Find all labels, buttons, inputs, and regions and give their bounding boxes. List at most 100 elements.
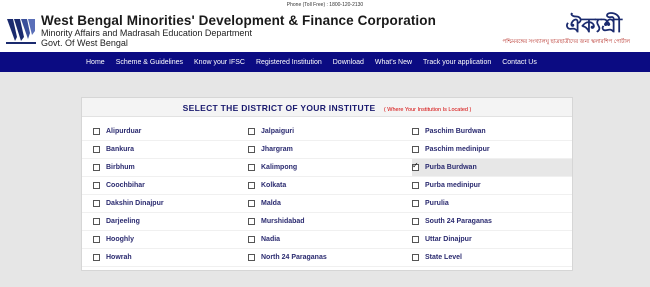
district-selection-note: ( Where Your Institution Is Located ) xyxy=(383,107,472,113)
district-option-coochbihar[interactable]: Coochbihar xyxy=(82,177,239,194)
district-label: Jhargram xyxy=(261,146,293,153)
district-label: Purulia xyxy=(425,200,449,207)
checkbox-icon[interactable] xyxy=(412,200,419,207)
checkbox-icon[interactable] xyxy=(93,200,100,207)
district-row: Hooghly Nadia Uttar Dinajpur xyxy=(82,231,572,249)
district-option-kolkata[interactable]: Kolkata xyxy=(239,177,412,194)
district-label: South 24 Paraganas xyxy=(425,218,492,225)
checkbox-icon[interactable] xyxy=(412,128,419,135)
district-label: Nadia xyxy=(261,236,281,243)
district-row: Howrah North 24 Paraganas State Level xyxy=(82,249,572,267)
site-header: Phone (Toll Free) : 1800-120-2130 West B… xyxy=(0,0,650,52)
district-option-hooghly[interactable]: Hooghly xyxy=(82,231,239,248)
district-option-bankura[interactable]: Bankura xyxy=(82,141,239,158)
wbmdfc-logo-icon[interactable] xyxy=(6,15,36,45)
district-label: Paschim Burdwan xyxy=(425,128,486,135)
district-label: Dakshin Dinajpur xyxy=(106,200,164,207)
district-label: State Level xyxy=(425,254,462,261)
organization-title: West Bengal Minorities' Development & Fi… xyxy=(41,13,436,28)
nav-item-know-your-ifsc[interactable]: Know your IFSC xyxy=(194,59,245,66)
district-option-purba-burdwan[interactable]: Purba Burdwan xyxy=(412,159,572,176)
district-label: Hooghly xyxy=(106,236,134,243)
checkbox-icon[interactable] xyxy=(93,254,100,261)
district-row: Bankura Jhargram Paschim medinipur xyxy=(82,141,572,159)
checkbox-icon[interactable] xyxy=(248,128,255,135)
district-label: Darjeeling xyxy=(106,218,140,225)
district-label: Bankura xyxy=(106,146,135,153)
checked-checkbox-icon[interactable] xyxy=(412,161,419,171)
district-label: Murshidabad xyxy=(261,218,305,225)
checkbox-icon[interactable] xyxy=(93,218,100,225)
checkbox-icon[interactable] xyxy=(412,254,419,261)
nav-item-track-application[interactable]: Track your application xyxy=(423,59,491,66)
government-name: Govt. Of West Bengal xyxy=(41,38,128,48)
district-option-jalpaiguri[interactable]: Jalpaiguri xyxy=(239,123,412,140)
district-selection-title: SELECT THE DISTRICT OF YOUR INSTITUTE xyxy=(182,103,376,113)
checkbox-icon[interactable] xyxy=(93,182,100,189)
checkbox-icon[interactable] xyxy=(248,218,255,225)
checkbox-icon[interactable] xyxy=(248,146,255,153)
district-label: Malda xyxy=(261,200,281,207)
district-label: Uttar Dinajpur xyxy=(425,236,472,243)
district-option-alipurduar[interactable]: Alipurduar xyxy=(82,123,239,140)
district-option-murshidabad[interactable]: Murshidabad xyxy=(239,213,412,230)
district-grid: Alipurduar Jalpaiguri Paschim Burdwan Banku… xyxy=(82,123,572,267)
toll-free-phone: Phone (Toll Free) : 1800-120-2130 xyxy=(286,2,364,8)
district-label: Howrah xyxy=(106,254,132,261)
district-label: Kalimpong xyxy=(261,164,298,171)
checkbox-icon[interactable] xyxy=(412,218,419,225)
checkbox-icon[interactable] xyxy=(248,200,255,207)
district-label: Purba Burdwan xyxy=(425,164,477,171)
nav-item-download[interactable]: Download xyxy=(333,59,364,66)
district-selection-panel: SELECT THE DISTRICT OF YOUR INSTITUTE ( … xyxy=(81,97,573,271)
department-name: Minority Affairs and Madrasah Education … xyxy=(41,28,252,38)
district-option-paschim-burdwan[interactable]: Paschim Burdwan xyxy=(412,123,572,140)
district-label: North 24 Paraganas xyxy=(261,254,327,261)
district-label: Birbhum xyxy=(106,164,135,171)
district-option-jhargram[interactable]: Jhargram xyxy=(239,141,412,158)
checkbox-icon[interactable] xyxy=(93,164,100,171)
district-option-uttar-dinajpur[interactable]: Uttar Dinajpur xyxy=(412,231,572,248)
district-option-nadia[interactable]: Nadia xyxy=(239,231,412,248)
checkbox-icon[interactable] xyxy=(248,164,255,171)
district-row: Coochbihar Kolkata Purba medinipur xyxy=(82,177,572,195)
district-row: Birbhum Kalimpong Purba Burdwan xyxy=(82,159,572,177)
nav-item-whats-new[interactable]: What's New xyxy=(375,59,412,66)
checkbox-icon[interactable] xyxy=(412,146,419,153)
district-row: Dakshin Dinajpur Malda Purulia xyxy=(82,195,572,213)
main-navigation: Home Scheme & Guidelines Know your IFSC … xyxy=(0,52,650,72)
district-option-purba-medinipur[interactable]: Purba medinipur xyxy=(412,177,572,194)
checkbox-icon[interactable] xyxy=(93,128,100,135)
checkbox-icon[interactable] xyxy=(412,182,419,189)
checkbox-icon[interactable] xyxy=(248,236,255,243)
district-option-north-24-paraganas[interactable]: North 24 Paraganas xyxy=(239,249,412,266)
checkbox-icon[interactable] xyxy=(93,146,100,153)
district-row: Alipurduar Jalpaiguri Paschim Burdwan xyxy=(82,123,572,141)
district-label: Jalpaiguri xyxy=(261,128,295,135)
checkbox-icon[interactable] xyxy=(248,182,255,189)
district-label: Purba medinipur xyxy=(425,182,481,189)
district-label: Kolkata xyxy=(261,182,287,189)
district-label: Coochbihar xyxy=(106,182,145,189)
nav-item-registered-institution[interactable]: Registered Institution xyxy=(256,59,322,66)
district-option-birbhum[interactable]: Birbhum xyxy=(82,159,239,176)
district-option-dakshin-dinajpur[interactable]: Dakshin Dinajpur xyxy=(82,195,239,212)
district-option-darjeeling[interactable]: Darjeeling xyxy=(82,213,239,230)
district-label: Alipurduar xyxy=(106,128,142,135)
checkbox-icon[interactable] xyxy=(93,236,100,243)
nav-item-scheme-guidelines[interactable]: Scheme & Guidelines xyxy=(116,59,183,66)
checkbox-icon[interactable] xyxy=(248,254,255,261)
district-option-south-24-paraganas[interactable]: South 24 Paraganas xyxy=(412,213,572,230)
district-option-paschim-medinipur[interactable]: Paschim medinipur xyxy=(412,141,572,158)
district-label: Paschim medinipur xyxy=(425,146,490,153)
district-option-kalimpong[interactable]: Kalimpong xyxy=(239,159,412,176)
district-option-purulia[interactable]: Purulia xyxy=(412,195,572,212)
district-option-malda[interactable]: Malda xyxy=(239,195,412,212)
district-row: Darjeeling Murshidabad South 24 Paraganas xyxy=(82,213,572,231)
district-option-state-level[interactable]: State Level xyxy=(412,249,572,266)
nav-item-contact-us[interactable]: Contact Us xyxy=(502,59,537,66)
nav-item-home[interactable]: Home xyxy=(86,59,105,66)
checkbox-icon[interactable] xyxy=(412,236,419,243)
district-selection-header: SELECT THE DISTRICT OF YOUR INSTITUTE ( … xyxy=(82,98,572,117)
district-option-howrah[interactable]: Howrah xyxy=(82,249,239,266)
